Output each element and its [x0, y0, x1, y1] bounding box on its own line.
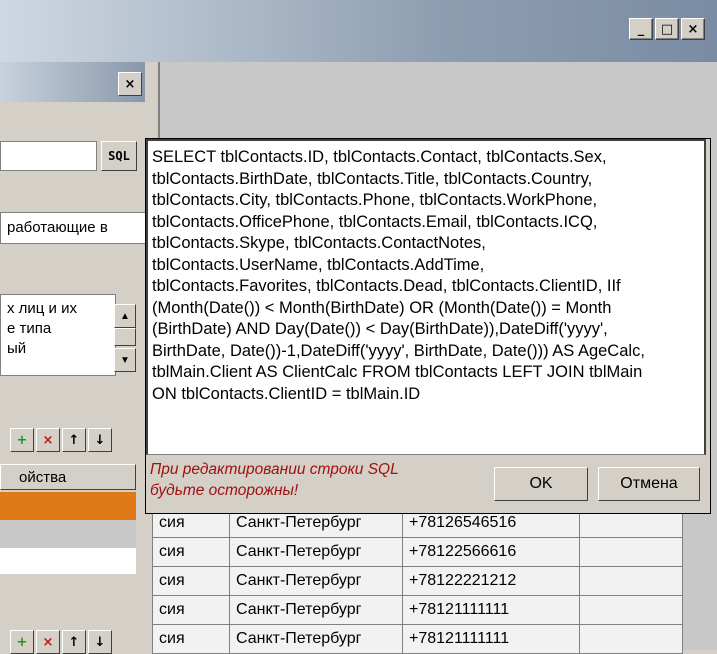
memo-line: е типа	[7, 320, 52, 337]
empty-cell	[579, 537, 683, 567]
phone-cell: +78121111111	[402, 624, 580, 654]
properties-row[interactable]	[0, 548, 136, 574]
country-cell: сия	[152, 537, 230, 567]
sql-textarea[interactable]: SELECT tblContacts.ID, tblContacts.Conta…	[146, 139, 706, 455]
memo-line: х лиц и их	[7, 300, 77, 317]
properties-row[interactable]	[0, 520, 136, 548]
phone-cell: +78122221212	[402, 566, 580, 596]
maximize-button[interactable]: □	[655, 18, 679, 40]
sql-warning-text: При редактировании строки SQL будьте ост…	[150, 459, 490, 501]
sql-button[interactable]: SQL	[101, 141, 137, 171]
sql-line: tblContacts.UserName, tblContacts.AddTim…	[152, 255, 485, 274]
warning-line: При редактировании строки SQL	[150, 461, 399, 478]
sql-line: tblMain.Client AS ClientCalc FROM tblCon…	[152, 363, 643, 381]
move-down-icon[interactable]: ↓	[88, 428, 112, 452]
scroll-down-button[interactable]: ▼	[114, 348, 136, 372]
add-icon[interactable]: +	[10, 630, 34, 654]
city-cell: Санкт-Петербург	[229, 566, 403, 596]
sql-line: tblContacts.City, tblContacts.Phone, tbl…	[152, 191, 598, 209]
sql-line: (BirthDate) AND Day(Date()) < Day(BirthD…	[152, 320, 608, 338]
table-row[interactable]: сия Санкт-Петербург +78121111111	[152, 624, 683, 654]
scroll-thumb[interactable]	[114, 328, 136, 346]
city-cell: Санкт-Петербург	[229, 537, 403, 567]
delete-icon[interactable]: ×	[36, 630, 60, 654]
window-controls: _ □ ×	[629, 18, 705, 40]
left-panel: × SQL работающие в х лиц и их е типа ый …	[0, 62, 160, 654]
properties-column-header[interactable]: ойства	[0, 464, 136, 490]
minimize-button[interactable]: _	[629, 18, 653, 40]
sql-line: (Month(Date()) < Month(BirthDate) OR (Mo…	[152, 298, 612, 317]
move-up-icon[interactable]: ↑	[62, 630, 86, 654]
memo-line: ый	[7, 340, 27, 357]
add-icon[interactable]: +	[10, 428, 34, 452]
move-up-icon[interactable]: ↑	[62, 428, 86, 452]
phone-cell: +78121111111	[402, 595, 580, 625]
sql-line: tblContacts.OfficePhone, tblContacts.Ema…	[152, 212, 598, 231]
move-down-icon[interactable]: ↓	[88, 630, 112, 654]
props-toolbar: + × ↑ ↓	[10, 428, 112, 452]
cancel-button[interactable]: Отмена	[598, 467, 700, 501]
contacts-grid: сия Санкт-Петербург +78126546516 сия Сан…	[152, 508, 683, 654]
sql-line: tblContacts.Skype, tblContacts.ContactNo…	[152, 234, 486, 252]
window-titlebar: _ □ ×	[0, 0, 717, 62]
properties-row-selected[interactable]	[0, 492, 136, 520]
sql-line: BirthDate, Date())-1,DateDiff('yyyy', Bi…	[152, 341, 645, 360]
sql-line: SELECT tblContacts.ID, tblContacts.Conta…	[152, 148, 607, 166]
empty-cell	[579, 595, 683, 625]
query-name-field[interactable]	[0, 141, 97, 171]
description-memo[interactable]: х лиц и их е типа ый	[0, 294, 116, 376]
table-row[interactable]: сия Санкт-Петербург +78122221212	[152, 566, 683, 596]
city-cell: Санкт-Петербург	[229, 624, 403, 654]
sql-editor-dialog: SELECT tblContacts.ID, tblContacts.Conta…	[145, 138, 711, 514]
scroll-up-button[interactable]: ▲	[114, 304, 136, 328]
country-cell: сия	[152, 566, 230, 596]
empty-cell	[579, 566, 683, 596]
sql-line: tblContacts.BirthDate, tblContacts.Title…	[152, 169, 593, 188]
phone-cell: +78122566616	[402, 537, 580, 567]
delete-icon[interactable]: ×	[36, 428, 60, 452]
sql-line: tblContacts.Favorites, tblContacts.Dead,…	[152, 277, 621, 295]
country-cell: сия	[152, 595, 230, 625]
city-cell: Санкт-Петербург	[229, 595, 403, 625]
table-row[interactable]: сия Санкт-Петербург +78122566616	[152, 537, 683, 567]
table-row[interactable]: сия Санкт-Петербург +78121111111	[152, 595, 683, 625]
panel-close-button[interactable]: ×	[118, 72, 142, 96]
empty-cell	[579, 624, 683, 654]
country-cell: сия	[152, 624, 230, 654]
warning-line: будьте осторожны!	[150, 482, 299, 499]
sql-line: ON tblContacts.ClientID = tblMain.ID	[152, 384, 421, 403]
secondary-toolbar: + × ↑ ↓	[10, 630, 112, 654]
close-button[interactable]: ×	[681, 18, 705, 40]
ok-button[interactable]: OK	[494, 467, 588, 501]
filter-field[interactable]: работающие в	[0, 212, 146, 244]
